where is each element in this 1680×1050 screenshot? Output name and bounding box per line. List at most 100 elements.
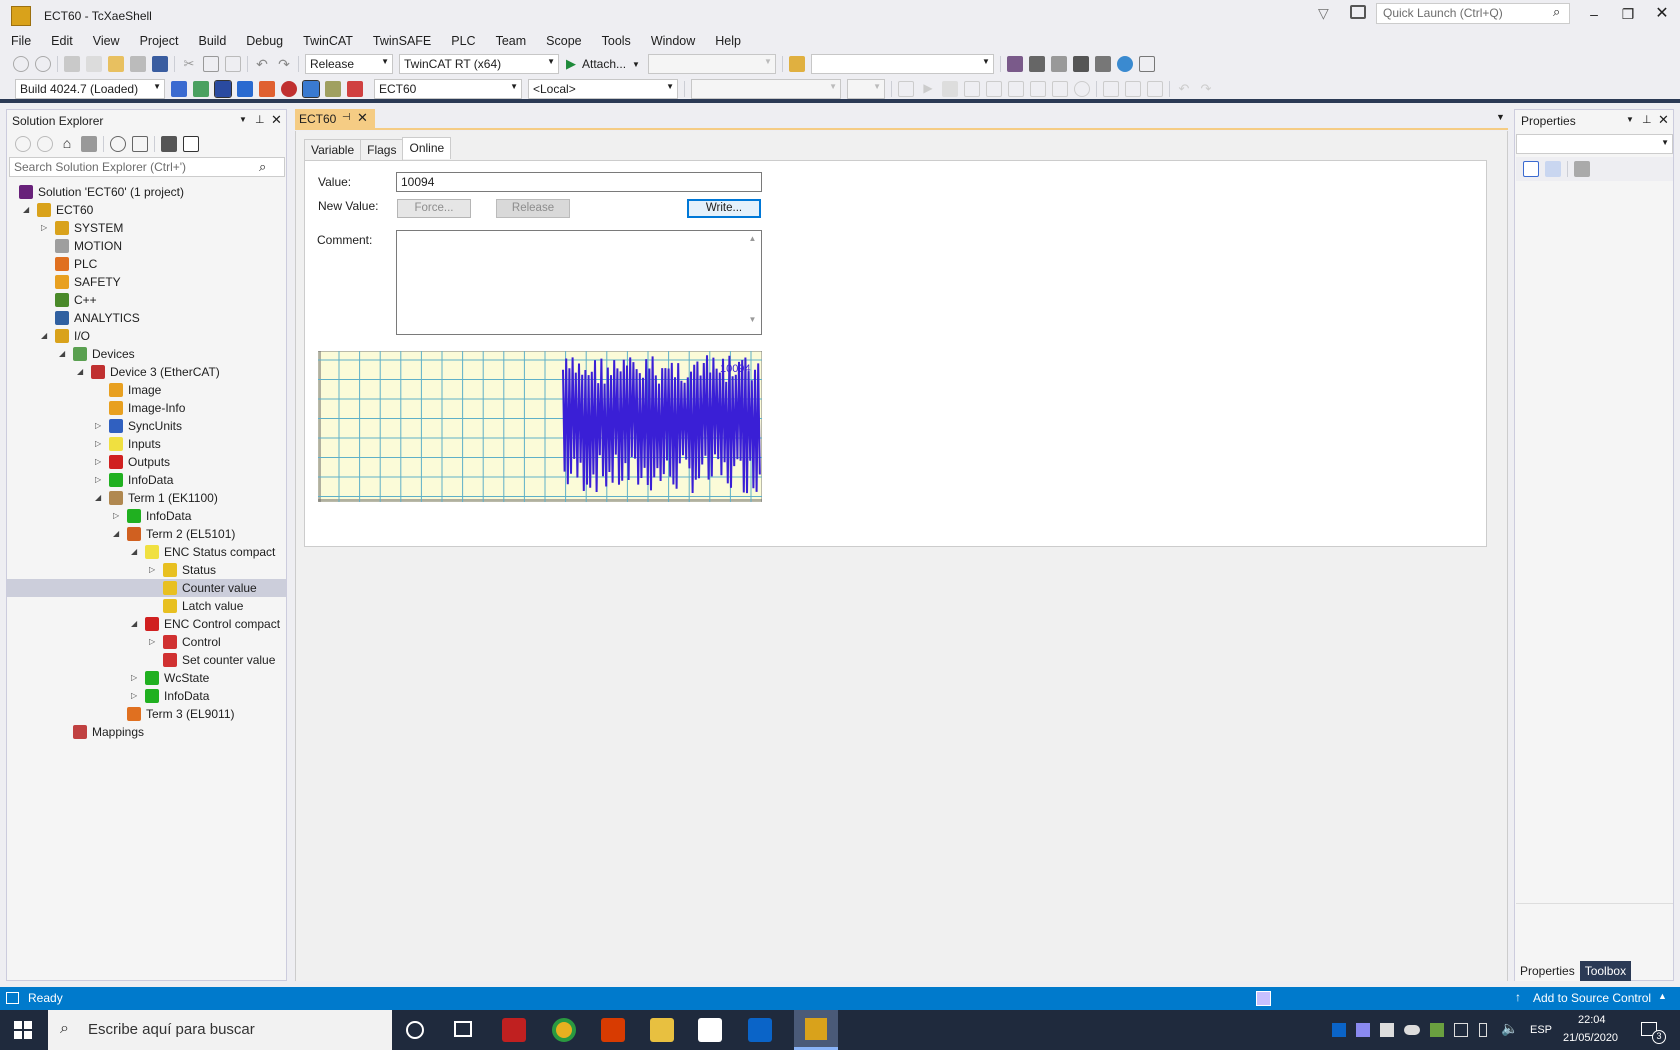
expand-arrow-icon[interactable]: ▷	[41, 219, 51, 237]
language-indicator[interactable]: ESP	[1530, 1024, 1552, 1036]
unforce-values-icon[interactable]	[1147, 81, 1163, 97]
object-browser-icon[interactable]	[1050, 56, 1067, 72]
run-mode-icon[interactable]	[193, 81, 209, 97]
chevron-down-icon[interactable]: ▼	[1626, 115, 1634, 124]
pin-icon[interactable]: ⊥	[1642, 113, 1652, 126]
menu-view[interactable]: View	[83, 32, 130, 50]
tree-node[interactable]: MOTION	[7, 237, 286, 255]
categorized-icon[interactable]	[1523, 161, 1539, 177]
force-button[interactable]: Force...	[397, 199, 471, 218]
expand-arrow-icon[interactable]: ▷	[95, 435, 105, 453]
twincat-taskbar-button[interactable]	[794, 1010, 838, 1050]
tree-node[interactable]: ▷ SYSTEM	[7, 219, 286, 237]
write-button[interactable]: Write...	[687, 199, 761, 218]
collapse-all-icon[interactable]	[132, 136, 148, 152]
menu-window[interactable]: Window	[641, 32, 705, 50]
menu-twincat[interactable]: TwinCAT	[293, 32, 363, 50]
close-icon[interactable]: ✕	[357, 110, 368, 126]
undo-icon[interactable]: ↶	[254, 56, 270, 72]
store-icon[interactable]	[698, 1018, 722, 1042]
cut-icon[interactable]: ✂	[181, 56, 197, 72]
minimize-icon[interactable]: –	[1580, 4, 1608, 26]
chevron-down-icon[interactable]: ▼	[1496, 112, 1505, 122]
volume-icon[interactable]: 🔈	[1501, 1020, 1518, 1037]
twincat-status-icon[interactable]	[1256, 991, 1271, 1006]
output-window-icon[interactable]	[6, 992, 19, 1004]
cortana-icon[interactable]	[406, 1021, 424, 1039]
tree-node[interactable]: PLC	[7, 255, 286, 273]
save-all-icon[interactable]	[152, 56, 168, 72]
toggle-freerun-icon[interactable]	[281, 81, 297, 97]
close-icon[interactable]: ✕	[1658, 112, 1669, 128]
menu-team[interactable]: Team	[486, 32, 537, 50]
alphabetical-icon[interactable]	[1545, 161, 1561, 177]
step-out-icon[interactable]	[1052, 81, 1068, 97]
tree-node[interactable]: ◢ ENC Status compact	[7, 543, 286, 561]
value-field[interactable]: 10094	[396, 172, 762, 192]
menu-file[interactable]: File	[1, 32, 41, 50]
expand-arrow-icon[interactable]: ▷	[131, 669, 141, 687]
restore-icon[interactable]: ❐	[1614, 4, 1642, 26]
tree-node[interactable]: ▷ InfoData	[7, 507, 286, 525]
paste-icon[interactable]	[225, 56, 241, 72]
start-page-icon[interactable]	[1116, 56, 1133, 72]
find-combo[interactable]: ▼	[810, 54, 994, 74]
save-icon[interactable]	[130, 56, 146, 72]
tree-node[interactable]: SAFETY	[7, 273, 286, 291]
solution-explorer-icon[interactable]	[1006, 56, 1023, 72]
chevron-down-icon[interactable]: ▼	[632, 60, 640, 69]
tab-properties[interactable]: Properties	[1515, 961, 1580, 981]
shield-icon[interactable]	[1380, 1023, 1394, 1037]
plc-instance-select[interactable]: ▼	[847, 79, 885, 99]
file-explorer-icon[interactable]	[650, 1018, 674, 1042]
properties-object-select[interactable]: ▼	[1516, 134, 1673, 154]
tree-node[interactable]: ◢ ECT60	[7, 201, 286, 219]
tree-node[interactable]: ▷ InfoData	[7, 687, 286, 705]
quick-launch-input[interactable]: Quick Launch (Ctrl+Q)	[1376, 3, 1570, 24]
search-icon[interactable]: ⌕	[259, 159, 266, 175]
tree-node[interactable]: ◢ I/O	[7, 327, 286, 345]
battery-icon[interactable]	[1479, 1023, 1487, 1037]
expand-arrow-icon[interactable]: ▷	[95, 471, 105, 489]
tree-node[interactable]: ▷ Control	[7, 633, 286, 651]
close-icon[interactable]: ✕	[271, 112, 282, 128]
tree-node[interactable]: ◢ Term 2 (EL5101)	[7, 525, 286, 543]
write-values-icon[interactable]	[1103, 81, 1119, 97]
collapse-arrow-icon[interactable]: ◢	[95, 489, 105, 507]
undo-icon[interactable]: ↶	[1176, 81, 1192, 97]
switch-views-icon[interactable]	[81, 136, 97, 152]
onedrive-icon[interactable]	[1404, 1025, 1420, 1035]
hide-disabled-icon[interactable]	[347, 81, 363, 97]
tree-node[interactable]: ▷ SyncUnits	[7, 417, 286, 435]
command-window-icon[interactable]	[1138, 56, 1155, 72]
build-version-select[interactable]: Build 4024.7 (Loaded) ▼	[15, 79, 165, 99]
tree-node[interactable]: ◢ ENC Control compact	[7, 615, 286, 633]
tree-node[interactable]: ▷ InfoData	[7, 471, 286, 489]
taskbar-search-input[interactable]: Escribe aquí para buscar	[48, 1010, 392, 1050]
back-icon[interactable]	[13, 56, 29, 72]
filter-icon[interactable]: ▽	[1318, 5, 1329, 22]
task-view-icon[interactable]	[454, 1021, 472, 1037]
tree-node[interactable]: ▷ Outputs	[7, 453, 286, 471]
show-online-data-icon[interactable]	[302, 80, 320, 98]
pin-icon[interactable]: ⊣	[342, 112, 351, 123]
play-icon[interactable]: ▶	[566, 56, 576, 72]
source-control-button[interactable]: Add to Source Control	[1533, 991, 1651, 1005]
stop-icon[interactable]	[942, 81, 958, 97]
chevron-up-icon[interactable]: ▲	[1658, 991, 1667, 1001]
add-item-icon[interactable]	[86, 56, 102, 72]
expand-arrow-icon[interactable]: ▷	[113, 507, 123, 525]
collapse-arrow-icon[interactable]: ◢	[131, 543, 141, 561]
attach-button[interactable]: Attach...	[582, 57, 626, 71]
clock-time[interactable]: 22:04	[1578, 1014, 1606, 1026]
show-subitems-icon[interactable]	[325, 81, 341, 97]
scan-icon[interactable]	[259, 81, 275, 97]
start-icon[interactable]: ▶	[920, 81, 936, 97]
pending-changes-icon[interactable]	[110, 136, 126, 152]
expand-arrow-icon[interactable]: ▷	[131, 687, 141, 705]
menu-edit[interactable]: Edit	[41, 32, 83, 50]
tree-node[interactable]: C++	[7, 291, 286, 309]
home-icon[interactable]: ⌂	[59, 136, 75, 152]
solution-platform-select[interactable]: TwinCAT RT (x64) ▼	[399, 54, 559, 74]
tree-node[interactable]: ▷ Inputs	[7, 435, 286, 453]
